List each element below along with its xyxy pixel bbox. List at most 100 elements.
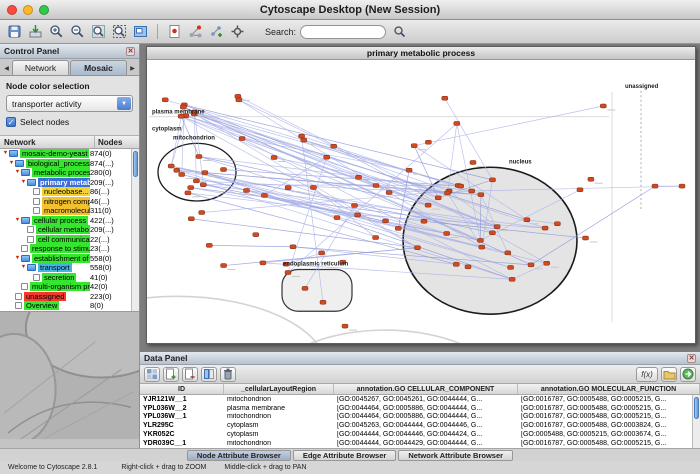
network-node[interactable] [421,219,427,223]
tree-column-nodes[interactable]: Nodes [95,138,139,147]
export-attributes-button[interactable] [680,367,696,382]
network-node[interactable] [206,243,212,247]
maximize-window-button[interactable] [39,5,49,15]
trash-button[interactable] [220,367,236,382]
network-node[interactable] [244,188,250,192]
annotation-button[interactable] [165,22,184,41]
network-node[interactable] [458,184,464,188]
network-node[interactable] [162,98,168,102]
network-node[interactable] [652,184,658,188]
cell-molecular-function[interactable]: [GO:0016787, GO:0005488, GO:0005215, G..… [518,396,700,403]
zoom-in-button[interactable] [47,22,66,41]
network-node[interactable] [577,188,583,192]
cell-id[interactable]: YDR039C__1 [140,440,224,447]
cell-molecular-function[interactable]: [GO:0016787, GO:0005488, GO:0005215, G..… [518,413,700,420]
tab-network[interactable]: Network [12,60,69,75]
network-node[interactable] [299,134,305,138]
select-nodes-checkbox[interactable] [6,117,16,127]
save-button[interactable] [5,22,24,41]
network-node[interactable] [196,155,202,159]
network-node[interactable] [180,105,186,109]
network-node[interactable] [239,137,245,141]
network-node[interactable] [411,144,417,148]
cell-id[interactable]: YKR052C [140,431,224,438]
network-node[interactable] [310,186,316,190]
network-node[interactable] [174,168,180,172]
table-row[interactable]: YKR052Ccytoplasm[GO:0044444, GO:0044446,… [140,430,700,439]
cell-region[interactable]: mitochondrion [224,396,334,403]
network-node[interactable] [320,300,326,304]
network-node[interactable] [253,233,259,237]
network-node[interactable] [445,191,451,195]
delete-attribute-button[interactable] [182,367,198,382]
tree-row[interactable]: ▼transport558(0) [0,263,139,273]
table-row[interactable]: YPL036W__1mitochondrion[GO:0044464, GO:0… [140,413,700,422]
table-scrollbar[interactable] [692,395,700,448]
network-node[interactable] [221,264,227,268]
expand-arrow-icon[interactable]: ▼ [14,168,21,177]
table-row[interactable]: YJR121W__1mitochondrion[GO:0045267, GO:0… [140,395,700,404]
tree-row[interactable]: cell communica22(...) [0,235,139,245]
network-node[interactable] [395,226,401,230]
table-scrollbar-thumb[interactable] [694,397,699,419]
network-node[interactable] [334,216,340,220]
network-node[interactable] [406,168,412,172]
network-node[interactable] [490,178,496,182]
tab-network-attribute-browser[interactable]: Network Attribute Browser [398,450,513,461]
network-node[interactable] [494,225,500,229]
tree-row[interactable]: Overview8(0) [0,301,139,311]
tree-row[interactable]: ▼biological_process874(...) [0,159,139,169]
tree-row[interactable]: ▼establishment of lo558(0) [0,254,139,264]
cell-cellular-component[interactable]: [GO:0044464, GO:0005886, GO:0044444, G..… [334,413,518,420]
network-node[interactable] [373,184,379,188]
network-node[interactable] [489,231,495,235]
network-node[interactable] [505,251,511,255]
formula-builder-button[interactable]: f(x) [636,367,658,382]
cell-id[interactable]: YPL036W__1 [140,413,224,420]
network-node[interactable] [168,164,174,168]
tab-edge-attribute-browser[interactable]: Edge Attribute Browser [293,450,396,461]
network-node[interactable] [477,238,483,242]
tree-row[interactable]: multi-organism pro42(0) [0,282,139,292]
network-node[interactable] [583,236,589,240]
column-header-region[interactable]: _cellularLayoutRegion [224,384,334,394]
network-settings-button[interactable] [228,22,247,41]
tree-row[interactable]: ▼metabolic process280(0) [0,168,139,178]
network-node[interactable] [271,156,277,160]
search-options-button[interactable] [390,22,409,41]
cell-cellular-component[interactable]: [GO:0044444, GO:0044446, GO:0044424, G..… [334,431,518,438]
tree-column-network[interactable]: Network [0,136,95,148]
network-node[interactable] [188,186,194,190]
cell-molecular-function[interactable]: [GO:0016787, GO:0005488, GO:0003824, G..… [518,422,700,429]
network-node[interactable] [524,218,530,222]
network-node[interactable] [319,251,325,255]
tree-row[interactable]: ▼mosaic-demo-yeast874(0) [0,149,139,159]
network-node[interactable] [528,263,534,267]
network-node[interactable] [415,246,421,250]
expand-arrow-icon[interactable]: ▼ [20,263,27,272]
tree-row[interactable]: cellular metabo209(...) [0,225,139,235]
new-network-button[interactable] [207,22,226,41]
tree-row[interactable]: unassigned223(0) [0,292,139,302]
network-frame-title[interactable]: primary metabolic process [147,47,695,60]
network-node[interactable] [542,226,548,230]
network-node[interactable] [285,271,291,275]
search-input[interactable] [300,25,386,39]
cell-region[interactable]: mitochondrion [224,440,334,447]
network-node[interactable] [383,219,389,223]
select-column-button[interactable] [201,367,217,382]
network-node[interactable] [544,261,550,265]
minimize-window-button[interactable] [23,5,33,15]
network-node[interactable] [260,261,266,265]
cell-region[interactable]: cytoplasm [224,422,334,429]
tree-row[interactable]: ▼primary metab209(...) [0,178,139,188]
window-titlebar[interactable]: Cytoscape Desktop (New Session) [0,0,700,20]
network-node[interactable] [200,183,206,187]
cell-cellular-component[interactable]: [GO:0044464, GO:0005886, GO:0044444, G..… [334,405,518,412]
network-node[interactable] [588,177,594,181]
expand-arrow-icon[interactable]: ▼ [2,149,9,158]
network-node[interactable] [342,324,348,328]
cell-region[interactable]: mitochondrion [224,413,334,420]
column-header-id[interactable]: ID [140,384,224,394]
network-node[interactable] [285,186,291,190]
